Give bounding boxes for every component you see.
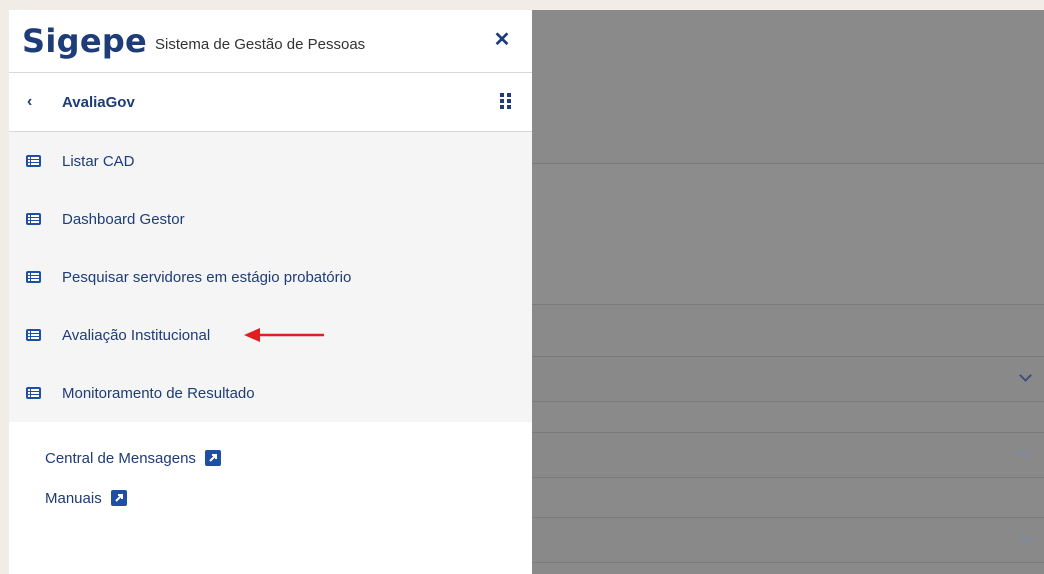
menu-item-pesquisar-servidores[interactable]: Pesquisar servidores em estágio probatór… [9,248,532,306]
link-central-de-mensagens[interactable]: Central de Mensagens [45,438,532,478]
menu-item-label: Avaliação Institucional [62,326,211,344]
list-icon [26,271,41,283]
chevron-down-icon [1019,369,1032,382]
submenu-title: AvaliaGov [62,93,135,111]
menu-item-label: Dashboard Gestor [62,210,185,228]
grid-icon[interactable] [500,93,512,109]
menu-item-listar-cad[interactable]: Listar CAD [9,132,532,190]
menu-item-label: Pesquisar servidores em estágio probatór… [62,268,352,286]
menu-item-label: Monitoramento de Resultado [62,384,255,402]
system-subtitle: Sistema de Gestão de Pessoas [155,35,366,53]
external-links: Central de Mensagens Manuais [9,422,532,518]
list-icon [26,329,41,341]
list-icon [26,155,41,167]
submenu-header: ‹ AvaliaGov [9,73,532,132]
link-label: Central de Mensagens [45,449,196,467]
sigepe-logo: Sigepe [22,22,148,60]
chevron-down-icon [1019,530,1032,543]
collapsed-section-2[interactable] [532,432,1044,478]
list-icon [26,213,41,225]
page-backdrop [532,10,1044,574]
collapsed-section-1[interactable] [532,356,1044,402]
menu-item-monitoramento-resultado[interactable]: Monitoramento de Resultado [9,364,532,422]
chevron-down-icon [1019,445,1032,458]
red-arrow-icon [244,328,324,342]
chevron-left-icon[interactable]: ‹ [27,93,43,111]
menu-header: Sigepe Sistema de Gestão de Pessoas ✕ [9,10,532,73]
menu-item-dashboard-gestor[interactable]: Dashboard Gestor [9,190,532,248]
side-menu: Sigepe Sistema de Gestão de Pessoas ✕ ‹ … [9,10,532,574]
menu-item-label: Listar CAD [62,152,135,170]
menu-list: Listar CAD Dashboard Gestor Pesquisar se… [9,132,532,422]
external-link-icon [110,490,127,506]
link-label: Manuais [45,489,102,507]
list-icon [26,387,41,399]
close-icon[interactable]: ✕ [492,30,512,50]
external-link-icon [204,450,221,466]
collapsed-section-3[interactable] [532,517,1044,563]
menu-item-avaliacao-institucional[interactable]: Avaliação Institucional [9,306,532,364]
link-manuais[interactable]: Manuais [45,478,532,518]
